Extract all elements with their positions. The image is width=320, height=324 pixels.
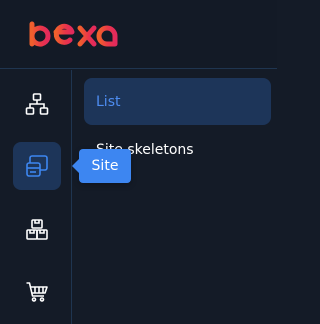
sitemap-icon (25, 93, 49, 115)
submenu-item-label: List (96, 93, 121, 110)
cart-icon (26, 282, 48, 302)
blocks-button[interactable] (13, 206, 61, 254)
commerce-button[interactable] (13, 268, 61, 316)
site-icon (26, 155, 48, 177)
content-tree-button[interactable] (13, 80, 61, 128)
site-button[interactable] (13, 142, 61, 190)
site-submenu: List Site skeletons (73, 70, 277, 324)
tooltip-text: Site (91, 158, 119, 174)
tooltip: Site (72, 149, 131, 183)
blocks-icon (26, 219, 48, 240)
top-bar (0, 0, 277, 69)
ibexa-logo[interactable] (20, 18, 138, 52)
main-nav-rail (0, 70, 72, 324)
submenu-item-list[interactable]: List (84, 78, 271, 125)
